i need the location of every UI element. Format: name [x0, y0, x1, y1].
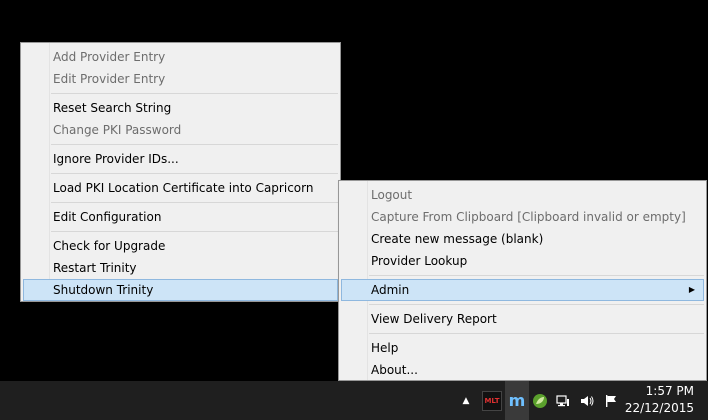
context-menu: Add Provider Entry Edit Provider Entry R… [20, 42, 341, 302]
m-app-icon[interactable]: m [505, 381, 529, 420]
menu-separator [51, 173, 338, 174]
menu-item-restart-trinity[interactable]: Restart Trinity [23, 257, 338, 279]
menu-item-change-pki-password[interactable]: Change PKI Password [23, 119, 338, 141]
network-icon[interactable] [553, 381, 573, 420]
leaf-icon[interactable] [530, 381, 550, 420]
menu-separator [51, 144, 338, 145]
m-app-label: m [508, 391, 526, 410]
clock-date: 22/12/2015 [624, 401, 694, 415]
menu-item-provider-lookup[interactable]: Provider Lookup [341, 250, 704, 272]
menu-item-create-new-message[interactable]: Create new message (blank) [341, 228, 704, 250]
menu-item-view-delivery-report[interactable]: View Delivery Report [341, 308, 704, 330]
menu-item-admin-label: Admin [371, 283, 410, 297]
menu-item-logout[interactable]: Logout [341, 184, 704, 206]
menu-separator [51, 231, 338, 232]
mlt-app-icon[interactable]: MLT [482, 381, 502, 420]
menu-item-add-provider-entry[interactable]: Add Provider Entry [23, 46, 338, 68]
menu-item-edit-provider-entry[interactable]: Edit Provider Entry [23, 68, 338, 90]
menu-item-help[interactable]: Help [341, 337, 704, 359]
menu-item-about[interactable]: About... [341, 359, 704, 381]
submenu-arrow-icon: ▶ [688, 285, 695, 294]
menu-item-capture-from-clipboard[interactable]: Capture From Clipboard [Clipboard invali… [341, 206, 704, 228]
menu-item-shutdown-trinity[interactable]: Shutdown Trinity [23, 279, 338, 301]
tray-context-menu: Logout Capture From Clipboard [Clipboard… [338, 180, 707, 381]
menu-item-reset-search-string[interactable]: Reset Search String [23, 97, 338, 119]
menu-item-admin[interactable]: Admin ▶ [341, 279, 704, 301]
menu-item-ignore-provider-ids[interactable]: Ignore Provider IDs... [23, 148, 338, 170]
flag-icon[interactable] [601, 381, 621, 420]
menu-separator [51, 202, 338, 203]
system-clock[interactable]: 1:57 PM 22/12/2015 [625, 383, 694, 417]
menu-item-edit-configuration[interactable]: Edit Configuration [23, 206, 338, 228]
menu-item-check-for-upgrade[interactable]: Check for Upgrade [23, 235, 338, 257]
menu-item-load-pki-certificate[interactable]: Load PKI Location Certificate into Capri… [23, 177, 338, 199]
taskbar: ▲ MLT m 1:57 PM 22/12/2015 [0, 381, 708, 420]
menu-separator [369, 304, 704, 305]
speaker-icon[interactable] [577, 381, 597, 420]
menu-separator [369, 275, 704, 276]
chevron-up-icon[interactable]: ▲ [458, 381, 474, 420]
menu-separator [369, 333, 704, 334]
clock-time: 1:57 PM [645, 384, 694, 398]
menu-separator [51, 93, 338, 94]
mlt-app-label: MLT [482, 390, 502, 411]
